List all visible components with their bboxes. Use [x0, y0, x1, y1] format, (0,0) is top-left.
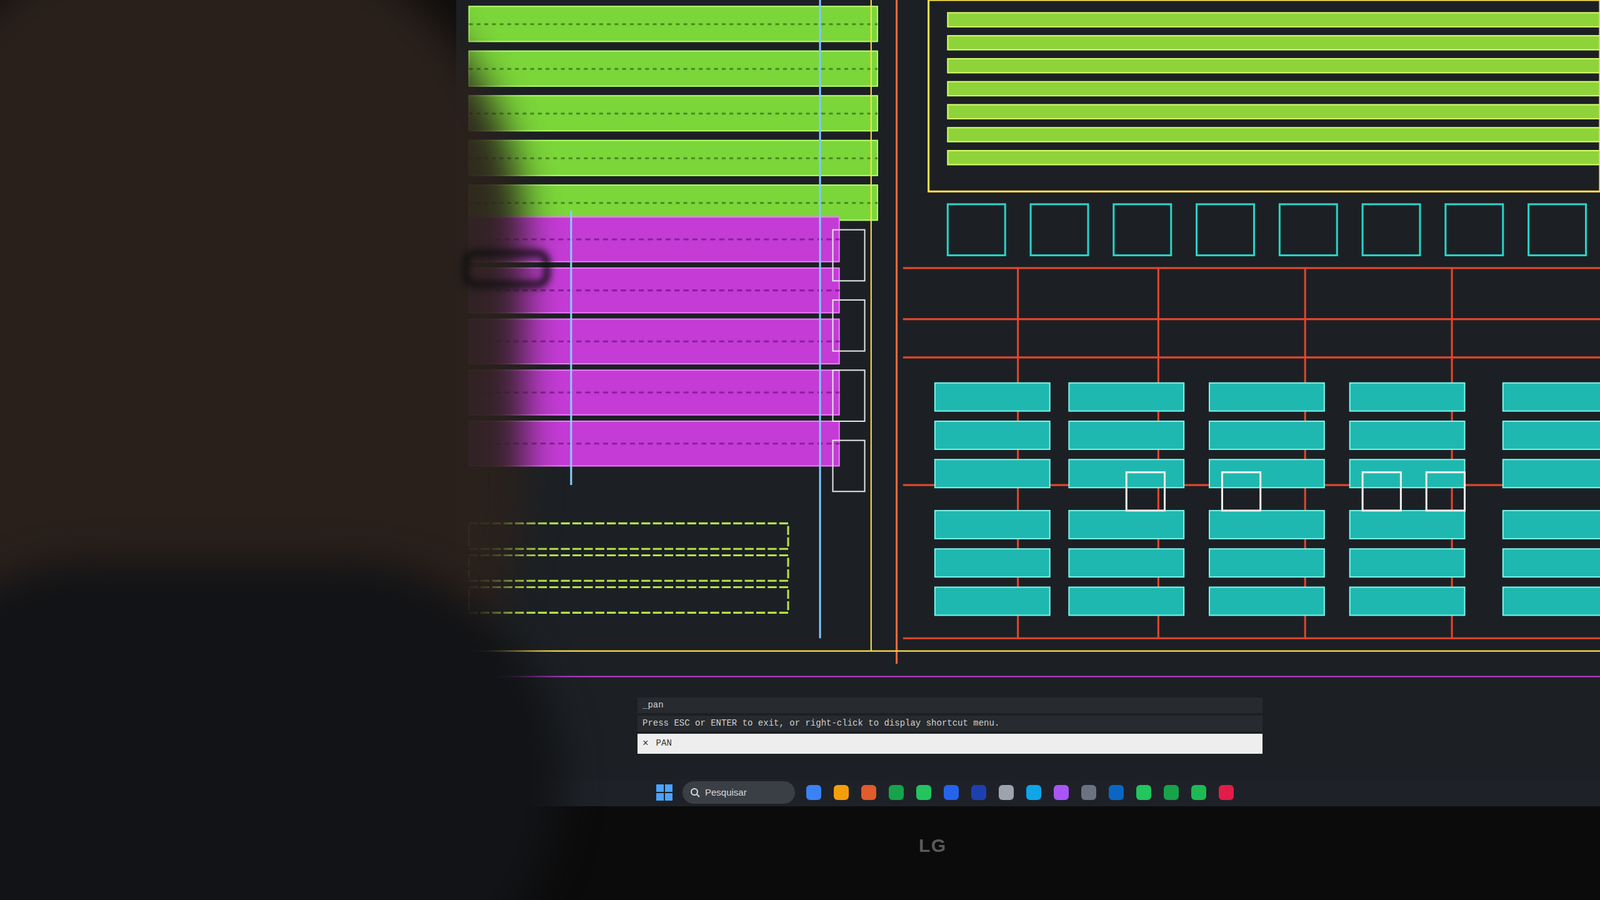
app-icon[interactable]: [887, 783, 905, 802]
app-icon[interactable]: [1107, 783, 1125, 802]
monitor-bezel: LG: [456, 806, 1600, 900]
photo-scene: _panPress ESC or ENTER to exit, or right…: [0, 0, 1600, 900]
command-history-line: Press ESC or ENTER to exit, or right-cli…: [637, 715, 1263, 732]
app-icon[interactable]: [1080, 783, 1098, 802]
search-box[interactable]: Pesquisar: [682, 781, 795, 804]
close-button[interactable]: ×: [642, 736, 649, 752]
app-icon[interactable]: [1135, 783, 1153, 802]
app-icon[interactable]: [1217, 783, 1235, 802]
cad-drawing[interactable]: [456, 0, 1600, 779]
taskbar: Pesquisar: [456, 778, 1600, 807]
search-icon: [690, 787, 700, 798]
command-text: PAN: [656, 736, 672, 750]
command-input[interactable]: × PAN: [637, 733, 1263, 754]
app-icon[interactable]: [1190, 783, 1208, 802]
start-icon[interactable]: [656, 784, 673, 801]
brand-logo: LG: [918, 831, 947, 900]
cad-canvas[interactable]: _panPress ESC or ENTER to exit, or right…: [456, 0, 1600, 779]
app-icon[interactable]: [915, 783, 933, 802]
app-icon[interactable]: [970, 783, 988, 802]
glasses-icon: [462, 250, 550, 288]
app-icon[interactable]: [805, 783, 823, 802]
monitor: _panPress ESC or ENTER to exit, or right…: [456, 0, 1600, 900]
app-icon[interactable]: [1052, 783, 1070, 802]
app-icon[interactable]: [832, 783, 850, 802]
app-icon[interactable]: [860, 783, 878, 802]
command-history-line: _pan: [637, 697, 1263, 714]
app-icon[interactable]: [1025, 783, 1043, 802]
person-shoulder: [0, 562, 563, 900]
command-line[interactable]: _panPress ESC or ENTER to exit, or right…: [637, 697, 1263, 754]
monitor-screen: _panPress ESC or ENTER to exit, or right…: [456, 0, 1600, 807]
app-icon[interactable]: [997, 783, 1015, 802]
app-icon[interactable]: [942, 783, 960, 802]
app-icon[interactable]: [1162, 783, 1180, 802]
